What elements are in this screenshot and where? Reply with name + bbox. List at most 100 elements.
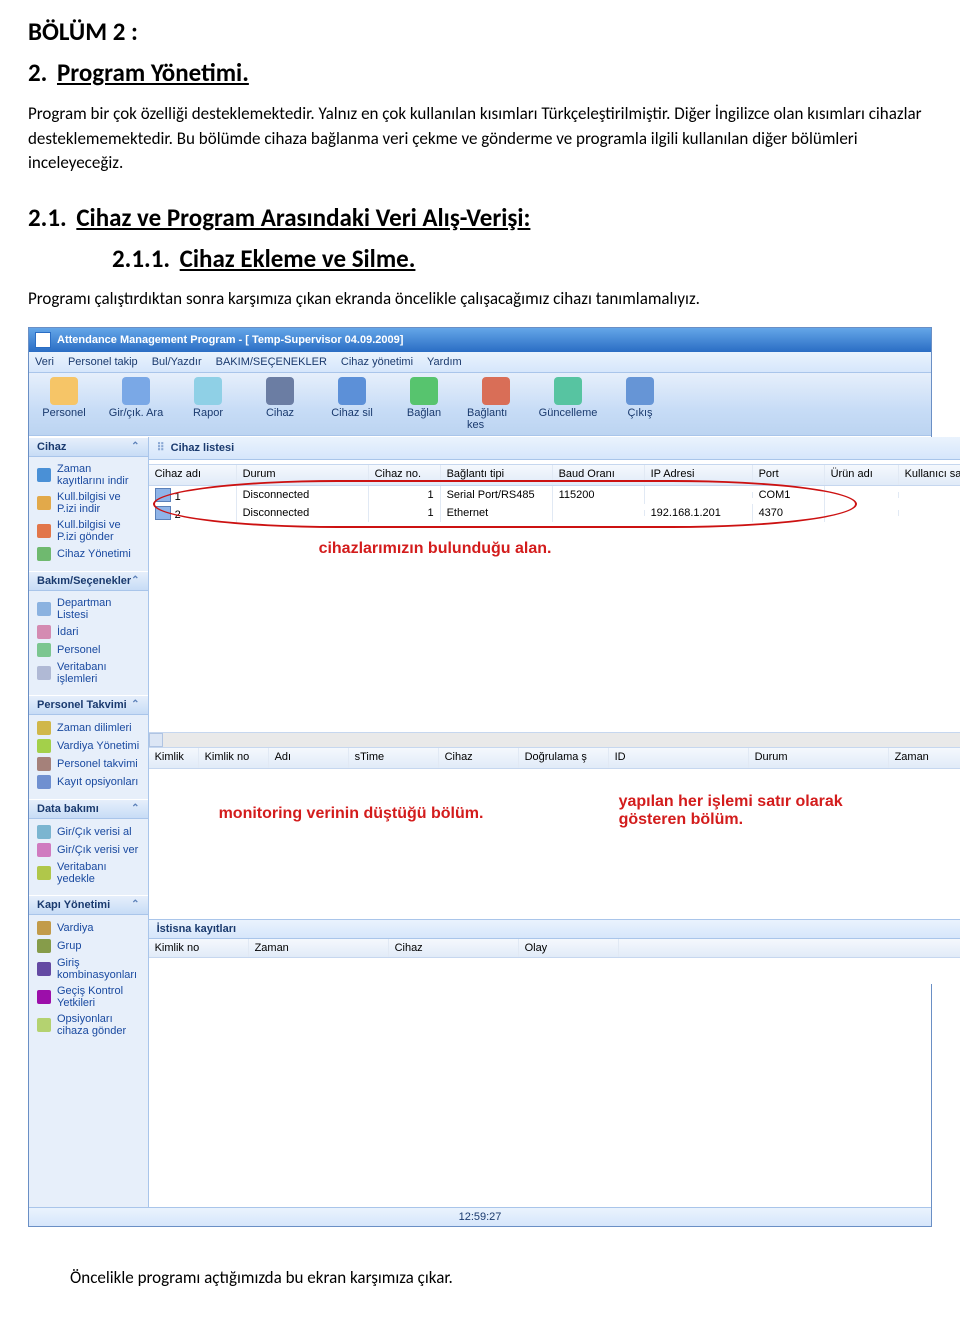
panel-personel-takvimi-head[interactable]: Personel Takvimi⌃ (29, 695, 148, 715)
toolbar-personel[interactable]: Personel (35, 377, 93, 431)
monitoring-left-columns: Kimlik Kimlik no Adı sTime Cihaz Doğrula… (149, 747, 609, 769)
toolbar-rapor[interactable]: Rapor (179, 377, 237, 431)
panel-data-bakimi-head[interactable]: Data bakımı⌃ (29, 799, 148, 819)
backup-icon (37, 866, 51, 880)
intro-paragraph: Program bir çok özelliği desteklemektedi… (28, 102, 932, 176)
sidebar-item-departman-listesi[interactable]: Departman Listesi (29, 595, 148, 623)
options-icon (37, 775, 51, 789)
panel-kapi-yonetimi-head[interactable]: Kapı Yönetimi⌃ (29, 895, 148, 915)
sidebar-item-label: Vardiya (57, 922, 93, 934)
toolbar-personel-label: Personel (42, 407, 85, 419)
col-id[interactable]: ID (609, 748, 749, 768)
col-zaman[interactable]: Zaman (889, 748, 960, 768)
menu-cihaz-yonetimi[interactable]: Cihaz yönetimi (341, 356, 413, 368)
menu-veri[interactable]: Veri (35, 356, 54, 368)
horizontal-scrollbar[interactable] (149, 732, 960, 747)
toolbar-guncelleme-label: Güncelleme (539, 407, 598, 419)
sidebar-item-label: Gir/Çık verisi al (57, 826, 132, 838)
toolbar-cihazsil-label: Cihaz sil (331, 407, 373, 419)
sidebar-item-kayit-opsiyonlari[interactable]: Kayıt opsiyonları (29, 773, 148, 791)
sidebar-item-label: Opsiyonları cihaza gönder (57, 1013, 140, 1037)
access-icon (37, 990, 51, 1004)
toolbar-cikis-label: Çıkış (627, 407, 652, 419)
toolbar-cihaz[interactable]: Cihaz (251, 377, 309, 431)
toolbar-guncelleme[interactable]: Güncelleme (539, 377, 597, 431)
col-adi[interactable]: Adı (269, 748, 349, 768)
annotation-monitoring-left: monitoring verinin düştüğü bölüm. (219, 805, 484, 823)
shift2-icon (37, 921, 51, 935)
sidebar-item-label: Personel takvimi (57, 758, 138, 770)
sidebar-item-opsiyonlari-cihaza-gonder[interactable]: Opsiyonları cihaza gönder (29, 1011, 148, 1039)
sidebar-item-vardiya-yonetimi[interactable]: Vardiya Yönetimi (29, 737, 148, 755)
toolbar-baglan-label: Bağlan (407, 407, 441, 419)
sidebar-item-gircik-verisi-ver[interactable]: Gir/Çık verisi ver (29, 841, 148, 859)
col-stime[interactable]: sTime (349, 748, 439, 768)
menu-bul-yazdir[interactable]: Bul/Yazdır (152, 356, 202, 368)
istisna-columns: Kimlik no Zaman Cihaz Olay (149, 939, 960, 958)
col-durum2[interactable]: Durum (749, 748, 889, 768)
sidebar-item-label: Grup (57, 940, 81, 952)
sidebar-item-label: Geçiş Kontrol Yetkileri (57, 985, 140, 1009)
panel-cihaz-head[interactable]: Cihaz⌃ (29, 437, 148, 457)
toolbar-baglanti-kes[interactable]: Bağlantı kes (467, 377, 525, 431)
sidebar-item-label: Veritabanı yedekle (57, 861, 140, 885)
toolbar: Personel Gir/çık. Ara Rapor Cihaz Cihaz … (29, 373, 931, 436)
sidebar-item-cihaz-yonetimi[interactable]: Cihaz Yönetimi (29, 545, 148, 563)
menu-yardim[interactable]: Yardım (427, 356, 462, 368)
sidebar-item-label: Zaman dilimleri (57, 722, 132, 734)
col-istisna-cihaz[interactable]: Cihaz (389, 939, 519, 957)
col-dogrulama[interactable]: Doğrulama ş (519, 748, 609, 768)
sidebar-item-grup[interactable]: Grup (29, 937, 148, 955)
col-kimlik[interactable]: Kimlik (149, 748, 199, 768)
col-istisna-kimlik-no[interactable]: Kimlik no (149, 939, 249, 957)
col-cihaz-adi[interactable]: Cihaz adı (149, 465, 237, 485)
toolbar-baglan[interactable]: Bağlan (395, 377, 453, 431)
s211-title: Cihaz Ekleme ve Silme. (180, 243, 416, 274)
database-icon (37, 666, 51, 680)
sidebar-item-giris-kombinasyonlari[interactable]: Giriş kombinasyonları (29, 955, 148, 983)
toolbar-cihaz-sil[interactable]: Cihaz sil (323, 377, 381, 431)
sidebar-item-gecis-kontrol-yetkileri[interactable]: Geçiş Kontrol Yetkileri (29, 983, 148, 1011)
upload-user-icon (37, 524, 51, 538)
sidebar-item-idari[interactable]: İdari (29, 623, 148, 641)
col-urun-adi[interactable]: Ürün adı (825, 465, 899, 485)
toolbar-gircik-label: Gir/çık. Ara (109, 407, 163, 419)
window-title: Attendance Management Program - [ Temp-S… (57, 334, 403, 346)
col-port[interactable]: Port (753, 465, 825, 485)
toolbar-gircik-ara[interactable]: Gir/çık. Ara (107, 377, 165, 431)
sidebar-item-label: İdari (57, 626, 78, 638)
col-istisna-olay[interactable]: Olay (519, 939, 619, 957)
combo-icon (37, 962, 51, 976)
connect-icon (410, 377, 438, 405)
sidebar-item-zaman-dilimleri[interactable]: Zaman dilimleri (29, 719, 148, 737)
scroll-left-icon[interactable] (149, 733, 163, 747)
toolbar-cikis[interactable]: Çıkış (611, 377, 669, 431)
sidebar-item-personel[interactable]: Personel (29, 641, 148, 659)
exit-icon (626, 377, 654, 405)
sidebar-item-label: Cihaz Yönetimi (57, 548, 131, 560)
sidebar-item-vardiya[interactable]: Vardiya (29, 919, 148, 937)
sidebar-item-label: Kull.bilgisi ve P.izi indir (57, 491, 140, 515)
panel-bakim-head[interactable]: Bakım/Seçenekler⌃ (29, 571, 148, 591)
monitoring-right-columns: ID Durum Zaman (609, 747, 960, 769)
disconnect-icon (482, 377, 510, 405)
sidebar-item-kullbilgisi-indir[interactable]: Kull.bilgisi ve P.izi indir (29, 489, 148, 517)
col-kimlik-no[interactable]: Kimlik no (199, 748, 269, 768)
col-kullanici-sayisi[interactable]: Kullanıcı sayısı (899, 465, 960, 485)
chevron-up-icon: ⌃ (131, 575, 139, 586)
col-istisna-zaman[interactable]: Zaman (249, 939, 389, 957)
sidebar-item-zaman-kayitlarini-indir[interactable]: Zaman kayıtlarını indir (29, 461, 148, 489)
sidebar-item-veritabani-islemleri[interactable]: Veritabanı işlemleri (29, 659, 148, 687)
panel-data-bakimi-title: Data bakımı (37, 803, 99, 815)
app-icon (35, 332, 51, 348)
col-cihaz[interactable]: Cihaz (439, 748, 519, 768)
toolbar-baglantikes-label: Bağlantı kes (467, 407, 525, 431)
sidebar-item-kullbilgisi-gonder[interactable]: Kull.bilgisi ve P.izi gönder (29, 517, 148, 545)
sidebar-item-personel-takvimi[interactable]: Personel takvimi (29, 755, 148, 773)
menu-personel-takip[interactable]: Personel takip (68, 356, 138, 368)
sidebar-item-gircik-verisi-al[interactable]: Gir/Çık verisi al (29, 823, 148, 841)
footer-paragraph: Öncelikle programı açtığımızda bu ekran … (70, 1267, 932, 1288)
sidebar-item-veritabani-yedekle[interactable]: Veritabanı yedekle (29, 859, 148, 887)
menu-bakim-secenekler[interactable]: BAKIM/SEÇENEKLER (216, 356, 327, 368)
title-bar[interactable]: Attendance Management Program - [ Temp-S… (29, 328, 931, 352)
